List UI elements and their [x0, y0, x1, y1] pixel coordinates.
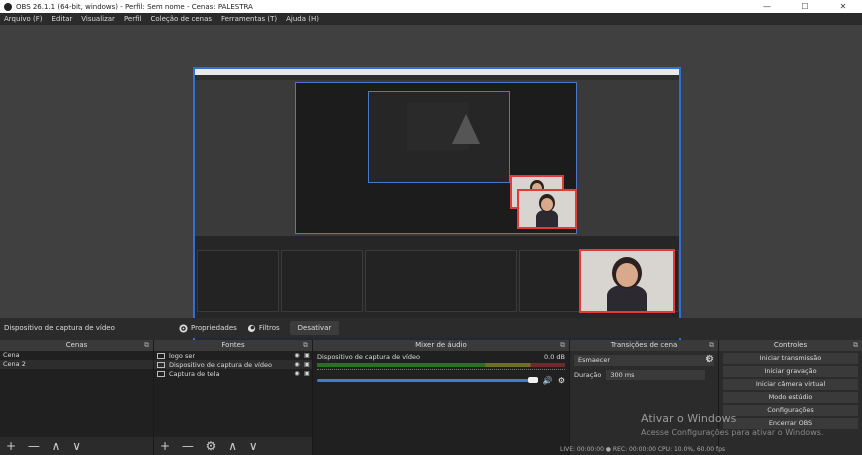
studio-mode-button[interactable]: Modo estúdio — [723, 392, 858, 403]
nested-preview-level-2 — [368, 91, 510, 183]
source-item[interactable]: Captura de tela ◉ ▣ — [154, 369, 312, 378]
scenes-title: Cenas — [65, 341, 88, 349]
nested-preview-level-3 — [407, 102, 480, 150]
menu-item-ajuda[interactable]: Ajuda (H) — [286, 15, 319, 23]
speaker-icon[interactable]: 🔊 — [543, 376, 553, 385]
image-source-icon — [157, 352, 165, 359]
sources-dock: Fontes ⧉ logo ser ◉ ▣ Dispositivo de cap… — [154, 340, 313, 455]
menu-item-visualizar[interactable]: Visualizar — [81, 15, 115, 23]
filters-button[interactable]: Filtros — [247, 324, 280, 333]
controls-title: Controles — [773, 341, 808, 349]
menu-item-ferramentas[interactable]: Ferramentas (T) — [221, 15, 277, 23]
transition-select[interactable]: Esmaecer ⇕ — [574, 355, 714, 366]
menu-bar: Arquivo (F) Editar Visualizar Perfil Col… — [0, 13, 862, 25]
nested-webcam-frame — [517, 189, 577, 229]
scenes-dock-header: Cenas ⧉ — [0, 340, 153, 351]
eye-icon[interactable]: ◉ — [292, 352, 302, 359]
menu-item-editar[interactable]: Editar — [52, 15, 73, 23]
audio-mixer-dock: Mixer de áudio ⧉ Dispositivo de captura … — [313, 340, 570, 455]
dock-float-icon[interactable]: ⧉ — [853, 340, 858, 351]
transitions-dock: Transições de cena ⧉ Esmaecer ⇕ ⚙ Duraçã… — [570, 340, 719, 455]
window-titlebar: OBS 26.1.1 (64-bit, windows) - Perfil: S… — [0, 0, 862, 13]
volume-slider[interactable]: 🔊 ⚙ — [317, 376, 565, 385]
sources-list: logo ser ◉ ▣ Dispositivo de captura de v… — [154, 351, 312, 437]
sources-title: Fontes — [221, 341, 245, 349]
recursive-pyramid-image — [452, 114, 480, 144]
close-button[interactable]: ✕ — [824, 2, 862, 11]
properties-label: Propriedades — [191, 324, 237, 332]
nested-sources-dock — [281, 250, 363, 312]
gear-icon[interactable]: ⚙ — [558, 376, 565, 385]
transition-select-value: Esmaecer — [578, 356, 611, 364]
mixer-panel: Dispositivo de captura de vídeo 0.0 dB 🔊… — [313, 351, 569, 455]
dock-float-icon[interactable]: ⧉ — [303, 340, 308, 351]
scenes-dock: Cenas ⧉ Cena Cena 2 + — ∧ ∨ — [0, 340, 154, 455]
dock-float-icon[interactable]: ⧉ — [560, 340, 565, 351]
maximize-button[interactable]: ☐ — [786, 2, 824, 11]
scenes-list: Cena Cena 2 — [0, 351, 153, 437]
start-streaming-button[interactable]: Iniciar transmissão — [723, 353, 858, 364]
duration-row: Duração 300 ms — [574, 370, 714, 380]
status-bar: LIVE: 00:00:00 ● REC: 00:00:00 CPU: 10.0… — [560, 446, 725, 453]
properties-button[interactable]: Propriedades — [179, 323, 237, 333]
scenes-toolbar[interactable]: + — ∧ ∨ — [0, 437, 153, 455]
mixer-channel-name: Dispositivo de captura de vídeo — [317, 353, 420, 361]
sources-toolbar[interactable]: + — ⚙ ∧ ∨ — [154, 437, 312, 455]
source-name: logo ser — [169, 351, 196, 360]
lock-icon[interactable]: ▣ — [302, 361, 312, 368]
duration-input[interactable]: 300 ms — [606, 370, 706, 380]
selected-source-label: Dispositivo de captura de vídeo — [4, 324, 115, 332]
controls-dock-header: Controles ⧉ — [719, 340, 862, 351]
sources-dock-header: Fontes ⧉ — [154, 340, 312, 351]
scene-item[interactable]: Cena — [0, 351, 153, 360]
meter-scale — [317, 369, 565, 375]
source-name: Dispositivo de captura de vídeo — [169, 360, 272, 369]
activation-watermark-title: Ativar o Windows — [641, 412, 737, 425]
filter-icon — [247, 324, 255, 332]
source-item[interactable]: Dispositivo de captura de vídeo ◉ ▣ — [154, 360, 312, 369]
deactivate-button[interactable]: Desativar — [289, 321, 340, 335]
source-name: Captura de tela — [169, 369, 220, 378]
mixer-dock-header: Mixer de áudio ⧉ — [313, 340, 569, 351]
controls-dock: Controles ⧉ Iniciar transmissão Iniciar … — [719, 340, 862, 455]
lock-icon[interactable]: ▣ — [302, 352, 312, 359]
monitor-icon — [157, 370, 165, 377]
duration-label: Duração — [574, 371, 602, 379]
source-toolbar: Dispositivo de captura de vídeo Propried… — [0, 318, 862, 338]
dock-float-icon[interactable]: ⧉ — [709, 340, 714, 351]
nested-mixer-dock — [365, 250, 517, 312]
gear-icon — [179, 323, 188, 333]
transition-settings-gear-icon[interactable]: ⚙ — [705, 354, 714, 365]
video-device-icon — [157, 361, 165, 368]
menu-item-colecao-de-cenas[interactable]: Coleção de cenas — [150, 15, 212, 23]
transitions-dock-header: Transições de cena ⧉ — [570, 340, 718, 351]
nested-obs-preview — [195, 80, 679, 236]
start-recording-button[interactable]: Iniciar gravação — [723, 366, 858, 377]
start-virtual-camera-button[interactable]: Iniciar câmera virtual — [723, 379, 858, 390]
transitions-title: Transições de cena — [610, 341, 678, 349]
activation-watermark-text: Acesse Configurações para ativar o Windo… — [641, 428, 824, 437]
mixer-channel-db: 0.0 dB — [544, 353, 565, 361]
lock-icon[interactable]: ▣ — [302, 370, 312, 377]
mixer-channel: Dispositivo de captura de vídeo 0.0 dB 🔊… — [313, 351, 569, 385]
volume-slider-handle[interactable] — [527, 377, 538, 383]
volume-slider-track[interactable] — [317, 378, 532, 382]
nested-scenes-dock — [197, 250, 279, 312]
volume-meter — [317, 363, 565, 367]
source-item[interactable]: logo ser ◉ ▣ — [154, 351, 312, 360]
minimize-button[interactable]: — — [748, 2, 786, 11]
mixer-title: Mixer de áudio — [415, 341, 467, 349]
dock-float-icon[interactable]: ⧉ — [144, 340, 149, 351]
scene-item[interactable]: Cena 2 — [0, 360, 153, 369]
menu-item-perfil[interactable]: Perfil — [124, 15, 142, 23]
eye-icon[interactable]: ◉ — [292, 361, 302, 368]
window-title: OBS 26.1.1 (64-bit, windows) - Perfil: S… — [16, 2, 253, 11]
filters-label: Filtros — [258, 324, 280, 332]
preview-area[interactable] — [0, 25, 862, 342]
menu-item-arquivo[interactable]: Arquivo (F) — [4, 15, 43, 23]
eye-icon[interactable]: ◉ — [292, 370, 302, 377]
webcam-source-selection[interactable] — [579, 249, 675, 313]
settings-button[interactable]: Configurações — [723, 405, 858, 416]
obs-logo-icon — [4, 2, 12, 11]
